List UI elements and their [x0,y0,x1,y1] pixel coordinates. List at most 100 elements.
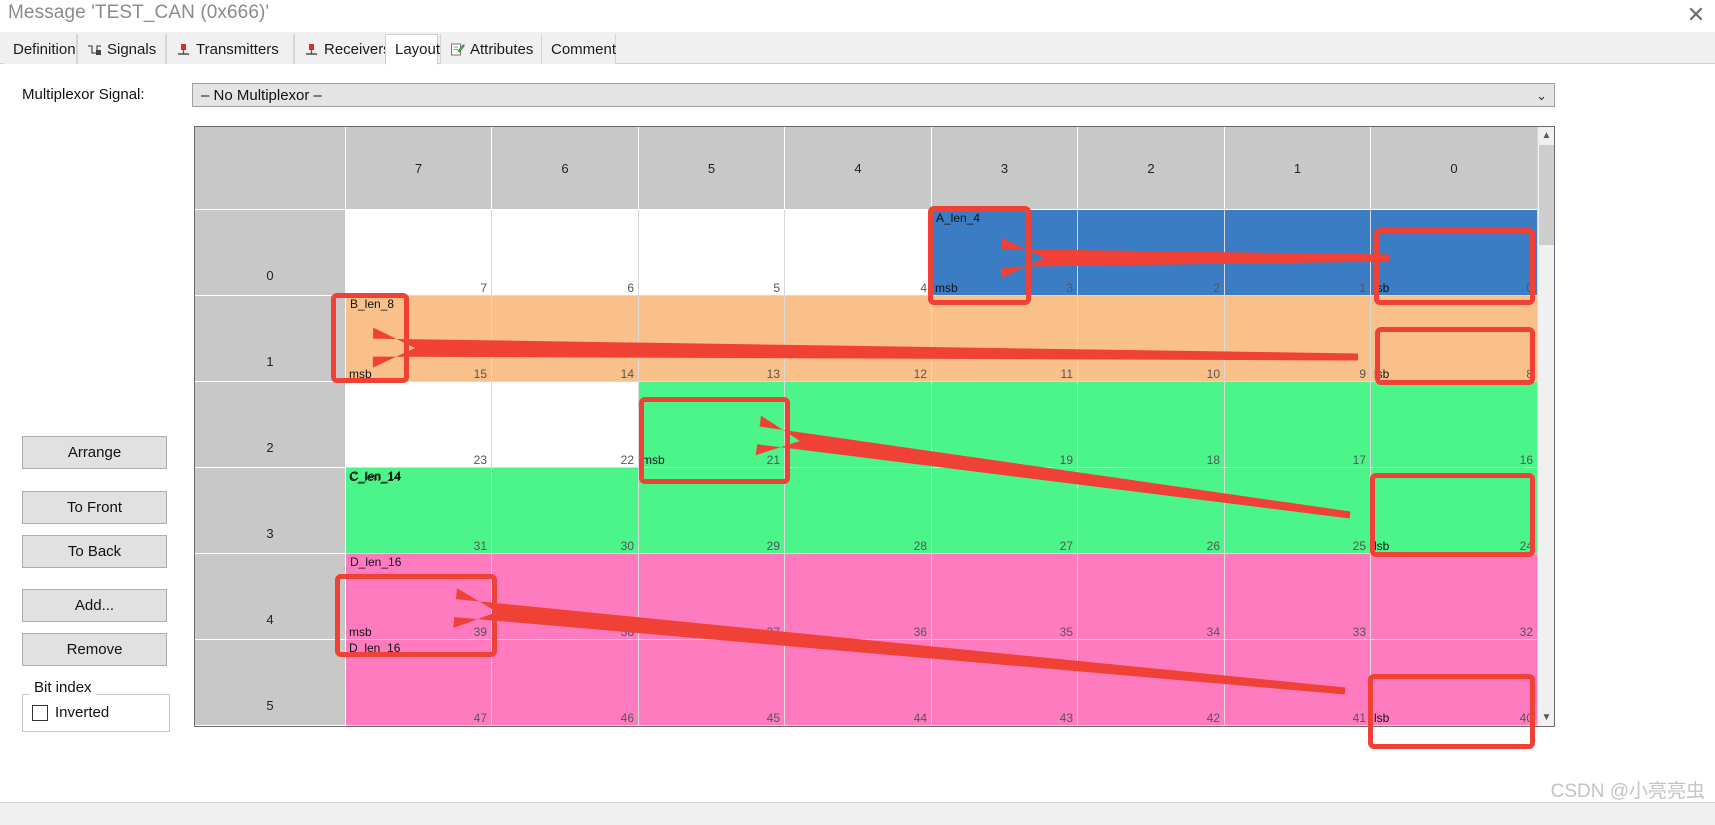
grid-cell-bit-29[interactable]: 29 [639,468,785,554]
grid-cell-bit-28[interactable]: 28 [785,468,932,554]
status-bar [0,802,1715,825]
tab-label: Attributes [470,40,534,58]
grid-cell-bit-36[interactable]: 36 [785,554,932,640]
tab-label: Definition [13,40,76,58]
inverted-checkbox[interactable] [32,704,48,721]
bit-number: 45 [766,711,780,725]
bit-number: 27 [1059,539,1073,553]
watermark-text: CSDN @小亮亮虫 [1550,781,1705,802]
tab-layout[interactable]: Layout [385,34,440,65]
grid-cell-bit-23[interactable]: 23 [346,382,492,468]
grid-cell-bit-10[interactable]: 10 [1078,296,1225,382]
tab-label: Receivers [324,40,391,58]
grid-cell-bit-35[interactable]: 35 [932,554,1078,640]
grid-cell-bit-20[interactable]: 20 [785,382,932,468]
grid-cell-bit-16[interactable]: 16 [1371,382,1538,468]
bit-number: 1 [1359,281,1366,295]
tab-label: Transmitters [196,40,279,58]
signal-name-label: D_len_16 [350,555,402,569]
grid-cell-bit-37[interactable]: 37 [639,554,785,640]
bit-number: 22 [620,453,634,467]
grid-cell-bit-2[interactable]: 2 [1078,210,1225,296]
grid-cell-bit-34[interactable]: 34 [1078,554,1225,640]
grid-cell-bit-27[interactable]: 27 [932,468,1078,554]
bit-number: 29 [766,539,780,553]
bit-number: 28 [913,539,927,553]
grid-cell-bit-32[interactable]: 32 [1371,554,1538,640]
tab-comment[interactable]: Comment [541,34,616,64]
inverted-label: Inverted [55,704,110,721]
bit-number: 47 [473,711,487,725]
attributes-icon [450,42,465,57]
grid-cell-bit-22[interactable]: 22 [492,382,639,468]
bit-number: 23 [473,453,487,467]
grid-cell-bit-41[interactable]: 41 [1225,640,1371,726]
grid-cell-bit-14[interactable]: 14 [492,296,639,382]
grid-cell-bit-21[interactable]: 21 msb [639,382,785,468]
column-header-2: 2 [1078,127,1225,210]
grid-cell-bit-19[interactable]: 19 [932,382,1078,468]
bit-number: 32 [1519,625,1533,639]
signal-name-label-d: D_len_16 [349,641,401,655]
grid-cell-bit-45[interactable]: 45 [639,640,785,726]
grid-cell-bit-8[interactable]: 8 lsb [1371,296,1538,382]
multiplexor-signal-select[interactable]: – No Multiplexor – ⌄ [192,83,1555,107]
to-front-button[interactable]: To Front [22,491,167,524]
grid-cell-bit-1[interactable]: 1 [1225,210,1371,296]
grid-cell-bit-42[interactable]: 42 [1078,640,1225,726]
tab-definition[interactable]: Definition [4,34,77,64]
grid-cell-bit-26[interactable]: 26 [1078,468,1225,554]
bit-number: 21 [766,453,780,467]
bit-number: 19 [1059,453,1073,467]
bit-index-legend: Bit index [30,679,96,696]
tab-receivers[interactable]: Receivers [294,34,396,64]
grid-cell-bit-30[interactable]: 30 [492,468,639,554]
inverted-checkbox-row[interactable]: Inverted [32,704,109,721]
tab-signals[interactable]: Signals [77,34,166,64]
grid-cell-bit-11[interactable]: 11 [932,296,1078,382]
close-icon[interactable]: ✕ [1683,2,1709,28]
remove-button[interactable]: Remove [22,633,167,666]
scrollbar-thumb[interactable] [1539,145,1554,245]
grid-cell-bit-43[interactable]: 43 [932,640,1078,726]
add-button[interactable]: Add... [22,589,167,622]
vertical-scrollbar[interactable]: ▲ ▼ [1537,127,1554,726]
grid-cell-bit-25[interactable]: 25 [1225,468,1371,554]
bit-number: 14 [620,367,634,381]
bit-number: 35 [1059,625,1073,639]
grid-cell-bit-46[interactable]: 46 [492,640,639,726]
grid-cell-bit-6[interactable]: 6 [492,210,639,296]
column-header-0: 0 [1371,127,1538,210]
grid-cell-bit-0[interactable]: 0 lsb [1371,210,1538,296]
grid-cell-bit-17[interactable]: 17 [1225,382,1371,468]
grid-cell-bit-4[interactable]: 4 [785,210,932,296]
grid-cell-bit-13[interactable]: 13 [639,296,785,382]
grid-cell-bit-3[interactable]: 3 A_len_4 msb [932,210,1078,296]
layout-grid-panel[interactable]: 7 6 5 4 3 2 1 0 0 1 2 3 4 5 7 6 5 4 3 A_len_4 msb 2 1 0 lsb 15 B_l… [194,126,1555,727]
grid-cell-bit-44[interactable]: 44 [785,640,932,726]
arrange-button[interactable]: Arrange [22,436,167,469]
bit-number: 37 [766,625,780,639]
grid-cell-bit-5[interactable]: 5 [639,210,785,296]
bit-number: 2 [1213,281,1220,295]
tab-transmitters[interactable]: Transmitters [166,34,294,64]
grid-cell-bit-38[interactable]: 38 [492,554,639,640]
to-back-button[interactable]: To Back [22,535,167,568]
grid-cell-bit-18[interactable]: 18 [1078,382,1225,468]
bit-number: 6 [627,281,634,295]
grid-cell-bit-40[interactable]: 40 lsb [1371,640,1538,726]
grid-cell-bit-12[interactable]: 12 [785,296,932,382]
scroll-up-icon[interactable]: ▲ [1538,127,1554,144]
tab-attributes[interactable]: Attributes [440,34,546,64]
grid-cell-bit-7[interactable]: 7 [346,210,492,296]
row-header-2: 2 [195,382,346,468]
grid-cell-bit-33[interactable]: 33 [1225,554,1371,640]
signal-name-label: A_len_4 [936,211,981,225]
grid-cell-bit-9[interactable]: 9 [1225,296,1371,382]
grid-cell-bit-39[interactable]: 39 D_len_16 msb [346,554,492,640]
scroll-down-icon[interactable]: ▼ [1538,709,1554,726]
grid-cell-bit-24[interactable]: 24 lsb [1371,468,1538,554]
grid-cell-bit-15[interactable]: 15 B_len_8 msb [346,296,492,382]
bit-number: 31 [473,539,487,553]
column-header-5: 5 [639,127,785,210]
